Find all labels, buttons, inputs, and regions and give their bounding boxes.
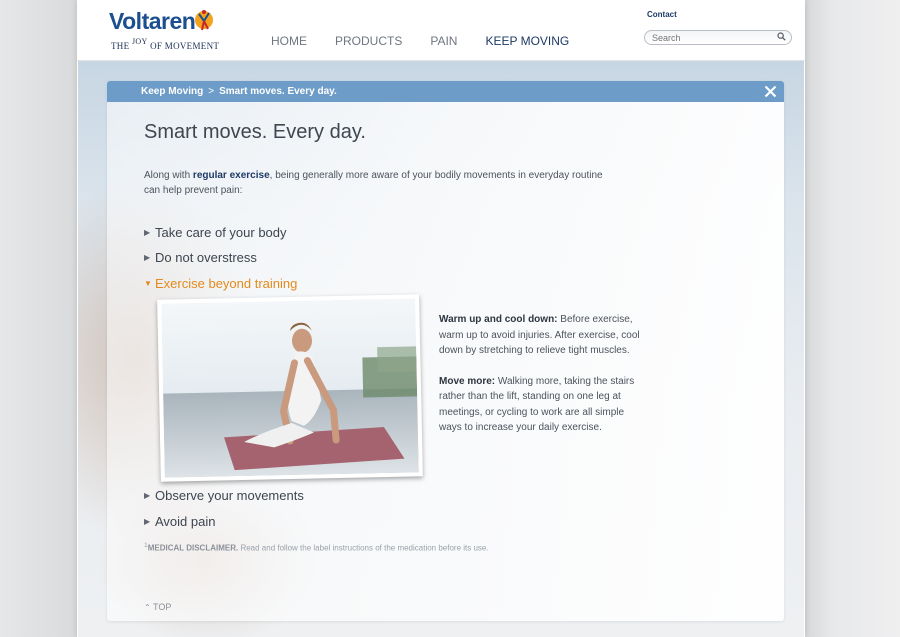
accordion-observe-movements[interactable]: ▶ Observe your movements [144,488,304,503]
nav-keep-moving[interactable]: KEEP MOVING [485,34,569,48]
contact-link[interactable]: Contact [647,10,677,19]
accordion-exercise-beyond-training[interactable]: ▼ Exercise beyond training [144,276,297,291]
search-input[interactable] [652,31,772,44]
accordion-avoid-pain[interactable]: ▶ Avoid pain [144,514,215,529]
tip-move-more: Move more: Walking more, taking the stai… [439,375,635,434]
accordion-take-care[interactable]: ▶ Take care of your body [144,225,287,240]
yoga-woman-image [161,298,419,478]
medical-disclaimer: 1MEDICAL DISCLAIMER. Read and follow the… [144,542,489,553]
back-to-top-link[interactable]: ⌃ TOP [144,602,171,612]
page-margin-right [805,0,900,637]
logo-tagline: THE JOY OF MOVEMENT [111,37,220,51]
logo-wordmark: Voltaren [109,8,196,34]
content-panel: Keep Moving > Smart moves. Every day. Smar… [107,81,784,621]
breadcrumb-current: Smart moves. Every day. [219,86,337,97]
page-title: Smart moves. Every day. [144,121,366,143]
triangle-right-icon: ▶ [144,491,151,500]
running-figure-icon [195,10,213,31]
nav-home[interactable]: HOME [271,34,307,48]
search-icon[interactable] [777,32,786,41]
triangle-down-icon: ▼ [144,279,152,288]
intro-text: Along with regular exercise, being gener… [144,170,603,196]
regular-exercise-link[interactable]: regular exercise [193,170,270,181]
triangle-right-icon: ▶ [144,228,151,237]
page-margin-left [0,0,77,637]
nav-products[interactable]: PRODUCTS [335,34,402,48]
site-header: Voltaren THE JOY OF MOVEMENT HOME PRODUC… [77,0,805,61]
yoga-photo [157,294,423,482]
tip-warm-up: Warm up and cool down: Before exercise, … [439,314,640,356]
voltaren-logo[interactable]: Voltaren THE JOY OF MOVEMENT [109,8,220,51]
breadcrumb-section[interactable]: Keep Moving [141,86,203,97]
main-nav: HOME PRODUCTS PAIN KEEP MOVING [271,34,597,48]
tips-text: Warm up and cool down: Before exercise, … [439,312,644,451]
chevron-up-icon: ⌃ [144,603,151,612]
breadcrumb-separator: > [208,86,215,97]
triangle-right-icon: ▶ [144,253,151,262]
panel-header-bar: Keep Moving > Smart moves. Every day. [107,81,784,102]
search-box [644,30,792,45]
nav-pain[interactable]: PAIN [430,34,457,48]
close-icon[interactable] [763,84,778,99]
triangle-right-icon: ▶ [144,517,151,526]
breadcrumb: Keep Moving > Smart moves. Every day. [141,86,337,97]
accordion-do-not-overstress[interactable]: ▶ Do not overstress [144,250,257,265]
